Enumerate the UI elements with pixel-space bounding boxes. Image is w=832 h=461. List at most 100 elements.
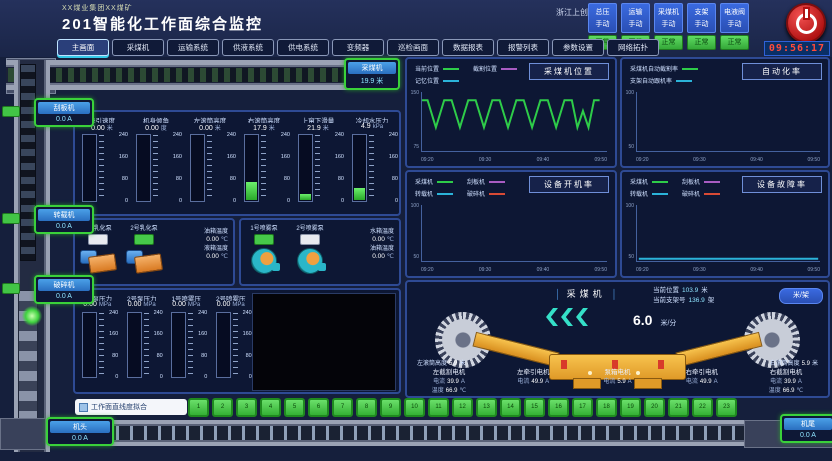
legend-item: 采煤机 bbox=[415, 177, 453, 186]
support-button[interactable]: 13 bbox=[476, 398, 497, 417]
support-button[interactable]: 23 bbox=[716, 398, 737, 417]
chart-panel-automation-rate: 采煤机自动截割率 支架自动跟机率 自动化率 10050 09:2009:3009… bbox=[620, 57, 830, 168]
gauge-unit: 度 bbox=[161, 126, 167, 132]
scada-main-screen: XX煤业集团XX煤矿 201智能化工作面综合监控 浙江上创 总压 手动 正常 运… bbox=[0, 0, 832, 461]
pump-label: 2号乳化泵 bbox=[121, 223, 167, 232]
station-box-stage-loader[interactable]: 转载机 0.0 A bbox=[34, 205, 94, 234]
pump-status-chip bbox=[88, 234, 108, 245]
nav-tabs: 主画面 采煤机 运输系统 供液系统 供电系统 变频器 巡检画面 数据报表 报警列… bbox=[57, 39, 659, 56]
station-value: 0.0 A bbox=[38, 223, 90, 230]
nav-tab[interactable]: 变频器 bbox=[332, 39, 384, 56]
gauge-track bbox=[171, 312, 186, 378]
nav-tab[interactable]: 数据报表 bbox=[442, 39, 494, 56]
support-button[interactable]: 10 bbox=[404, 398, 425, 417]
nav-tab[interactable]: 采煤机 bbox=[112, 39, 164, 56]
mode-value: 手动 bbox=[721, 19, 748, 29]
support-button[interactable]: 8 bbox=[356, 398, 377, 417]
support-button[interactable]: 22 bbox=[692, 398, 713, 417]
support-button[interactable]: 16 bbox=[548, 398, 569, 417]
support-button[interactable]: 20 bbox=[644, 398, 665, 417]
support-button[interactable]: 18 bbox=[596, 398, 617, 417]
mode-button[interactable]: 采煤机 手动 bbox=[654, 3, 683, 33]
temperature-row: 水箱温度 0.00 ℃ bbox=[333, 226, 394, 243]
mode-button[interactable]: 运输 手动 bbox=[621, 3, 650, 33]
chart-title: 自动化率 bbox=[742, 63, 822, 80]
nav-tab[interactable]: 报警列表 bbox=[497, 39, 549, 56]
station-box-crusher[interactable]: 破碎机 0.0 A bbox=[34, 275, 94, 304]
nav-tab[interactable]: 供电系统 bbox=[277, 39, 329, 56]
mode-button[interactable]: 电液阀 手动 bbox=[720, 3, 749, 33]
nav-tab[interactable]: 巡检画面 bbox=[387, 39, 439, 56]
conveyor-head-box[interactable]: 机头 0.0 A bbox=[46, 417, 114, 446]
shearer-position-box[interactable]: 采煤机 19.9 米 bbox=[344, 58, 400, 90]
support-button[interactable]: 6 bbox=[308, 398, 329, 417]
support-button[interactable]: 15 bbox=[524, 398, 545, 417]
support-button[interactable]: 9 bbox=[380, 398, 401, 417]
power-button[interactable] bbox=[786, 3, 826, 43]
legend-item: 采煤机自动截割率 bbox=[630, 64, 698, 73]
support-button[interactable]: 5 bbox=[284, 398, 305, 417]
vertical-gauge: 机身倾角 0.00度 240 160 80 0 bbox=[130, 115, 182, 202]
support-button[interactable]: 7 bbox=[332, 398, 353, 417]
mode-button[interactable]: 总压 手动 bbox=[588, 3, 617, 33]
nav-tab[interactable]: 主画面 bbox=[57, 39, 109, 56]
y-axis-ticks: 10050 bbox=[624, 203, 634, 260]
indicator-chip bbox=[2, 213, 20, 224]
legend-swatch bbox=[652, 193, 668, 195]
temperature-row: 油箱温度 0.00 ℃ bbox=[167, 226, 228, 243]
pump-icon[interactable] bbox=[80, 247, 116, 273]
station-box-scraper[interactable]: 刮板机 0.0 A bbox=[34, 98, 94, 127]
nav-tab[interactable]: 供液系统 bbox=[222, 39, 274, 56]
head-label: 机头 bbox=[50, 421, 110, 433]
gauge-track bbox=[136, 134, 151, 202]
spray-temps: 水箱温度 0.00 ℃ 油箱温度 0.00 ℃ bbox=[333, 223, 399, 273]
support-button[interactable]: 2 bbox=[212, 398, 233, 417]
nav-tab[interactable]: 参数设置 bbox=[552, 39, 604, 56]
gauge-bar: 240 160 80 0 bbox=[76, 134, 128, 202]
support-button[interactable]: 1 bbox=[188, 398, 209, 417]
indicator-chip bbox=[2, 283, 20, 294]
gauge-value: 0.00MPa bbox=[165, 301, 207, 310]
support-button[interactable]: 4 bbox=[260, 398, 281, 417]
legend-swatch bbox=[437, 193, 453, 195]
chart-legend: 采煤机 刮板机 转载机 破碎机 bbox=[415, 177, 505, 198]
gauge-label: 左滚筒高度 bbox=[184, 115, 236, 123]
gauge-unit: MPa bbox=[188, 302, 200, 308]
temperature-row: 油箱温度 0.00 ℃ bbox=[333, 243, 394, 260]
legend-item: 破碎机 bbox=[682, 189, 720, 198]
mode-status-badge: 正常 bbox=[720, 35, 749, 50]
motor-group-left-cutter: 左截割电机 电流39.9A温度66.9℃ bbox=[413, 366, 485, 393]
gauge-value: 0.00MPa bbox=[210, 301, 252, 310]
temperature-value: 0.00 ℃ bbox=[167, 252, 228, 260]
pressure-gauge-list: 1号泵压力 0.00MPa 240 160 80 0 bbox=[75, 290, 253, 378]
straightness-toggle[interactable]: 工作面直线度拟合 bbox=[75, 399, 187, 415]
temperature-label: 液箱温度 bbox=[167, 243, 228, 252]
gauge-bar: 240 160 80 0 bbox=[292, 134, 344, 202]
chart-panel-fault-rate: 采煤机 刮板机 转载机 破碎机 设备故障率 10050 bbox=[620, 170, 830, 278]
legend-item: 支架自动跟机率 bbox=[630, 76, 698, 85]
gauge-track bbox=[352, 134, 367, 202]
support-button[interactable]: 19 bbox=[620, 398, 641, 417]
support-button[interactable]: 12 bbox=[452, 398, 473, 417]
plot-area bbox=[636, 92, 820, 152]
gauge-unit: 米 bbox=[269, 126, 275, 132]
mode-button[interactable]: 支架 手动 bbox=[687, 3, 716, 33]
nav-tab[interactable]: 网络拓扑 bbox=[607, 39, 659, 56]
gauge-scale: 240 160 80 0 bbox=[275, 132, 290, 204]
fan-pump-icon[interactable] bbox=[292, 247, 328, 273]
pressure-panel: 1号泵压力 0.00MPa 240 160 80 0 bbox=[73, 288, 401, 394]
x-axis-ticks: 09:2009:3009:4009:50 bbox=[636, 157, 820, 163]
support-button[interactable]: 17 bbox=[572, 398, 593, 417]
fan-pump-icon[interactable] bbox=[246, 247, 282, 273]
pump-body-icon bbox=[88, 253, 117, 274]
support-button[interactable]: 21 bbox=[668, 398, 689, 417]
support-button[interactable]: 3 bbox=[236, 398, 257, 417]
pump-status-chip bbox=[134, 234, 154, 245]
gauge-label: 1号喷雾压 bbox=[165, 293, 207, 301]
gauge-fill bbox=[246, 182, 257, 200]
pump-icon[interactable] bbox=[126, 247, 162, 273]
conveyor-tail-box[interactable]: 机尾 0.0 A bbox=[780, 414, 832, 443]
nav-tab[interactable]: 运输系统 bbox=[167, 39, 219, 56]
support-button[interactable]: 14 bbox=[500, 398, 521, 417]
support-button[interactable]: 11 bbox=[428, 398, 449, 417]
